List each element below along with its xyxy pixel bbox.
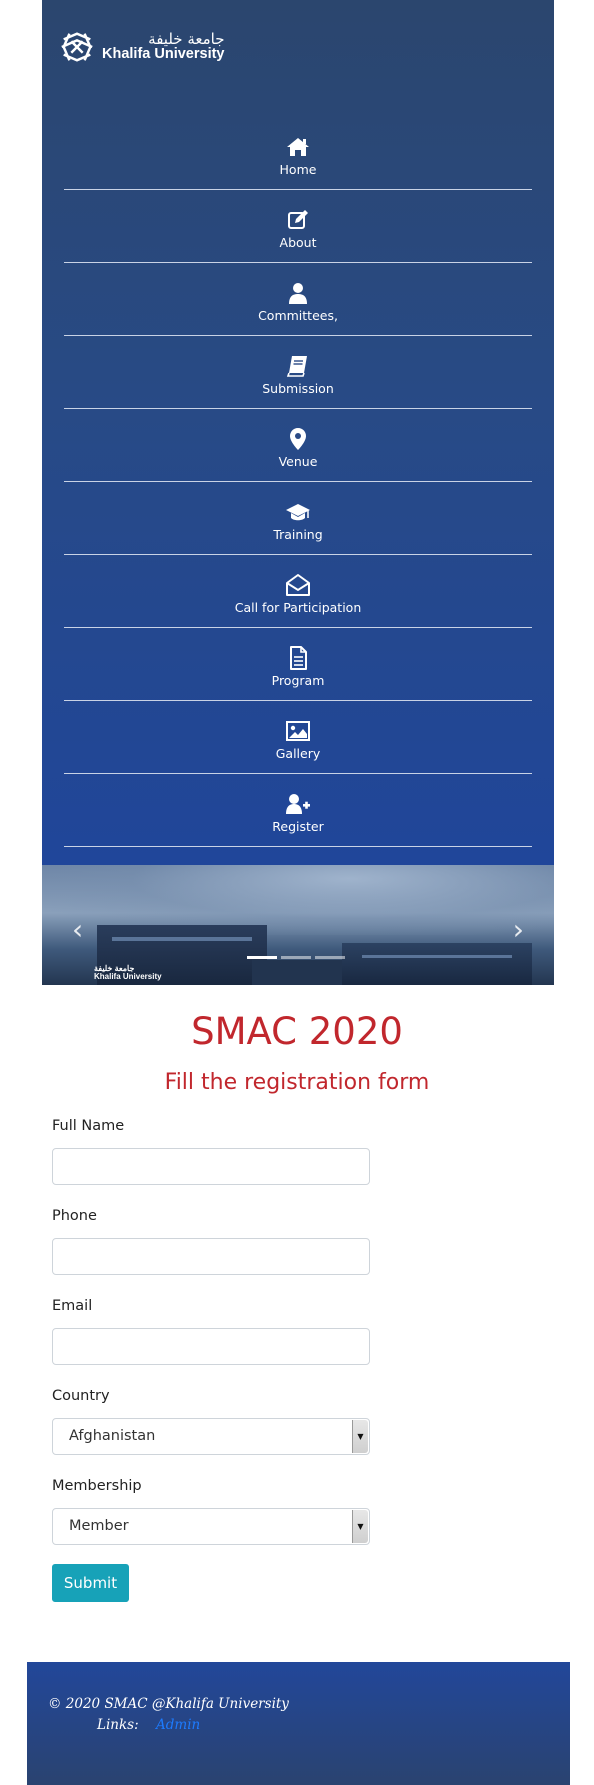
nav-item-program[interactable]: Program [64, 628, 532, 701]
main-nav: Home About Committees, Submission Venue … [64, 118, 532, 847]
nav-item-submission[interactable]: Submission [64, 336, 532, 409]
carousel-next-icon[interactable]: › [513, 913, 524, 946]
nav-item-gallery[interactable]: Gallery [64, 701, 532, 774]
full-name-label: Full Name [52, 1118, 125, 1134]
nav-label-register: Register [272, 819, 324, 834]
nav-item-call-for-participation[interactable]: Call for Participation [64, 555, 532, 628]
email-input[interactable] [52, 1328, 370, 1365]
country-select[interactable]: Afghanistan ▼ [52, 1418, 370, 1455]
nav-label-gallery: Gallery [275, 746, 321, 761]
nav-label-training: Training [273, 527, 323, 542]
document-icon [290, 646, 307, 670]
edit-icon [288, 210, 308, 229]
nav-label-venue: Venue [278, 454, 318, 469]
page-subtitle: Fill the registration form [164, 1070, 430, 1095]
email-label: Email [52, 1298, 93, 1314]
hero-carousel: جامعة خليفة Khalifa University ‹ › [42, 865, 554, 985]
carousel-indicators [247, 956, 345, 959]
country-label: Country [52, 1388, 110, 1404]
nav-item-about[interactable]: About [64, 190, 532, 263]
nav-item-venue[interactable]: Venue [64, 409, 532, 482]
nav-item-committees[interactable]: Committees, [64, 263, 532, 336]
membership-select[interactable]: Member ▼ [52, 1508, 370, 1545]
user-plus-icon [286, 794, 310, 814]
carousel-indicator[interactable] [315, 956, 345, 959]
image-icon [286, 721, 310, 741]
site-header: جامعة خليفة Khalifa University Home Abou… [42, 0, 554, 865]
membership-selected-value: Member [69, 1518, 129, 1534]
envelope-open-icon [286, 574, 310, 596]
carousel-indicator[interactable] [247, 956, 277, 959]
graduation-cap-icon [286, 504, 310, 521]
footer-admin-link[interactable]: Admin [156, 1717, 200, 1733]
country-selected-value: Afghanistan [69, 1428, 156, 1444]
nav-item-home[interactable]: Home [64, 118, 532, 190]
khalifa-logo-mark-icon [61, 32, 93, 62]
membership-label: Membership [52, 1478, 142, 1494]
brand-name-english: Khalifa University [102, 46, 225, 63]
home-icon [287, 138, 309, 156]
khalifa-university-logo[interactable]: جامعة خليفة Khalifa University [58, 28, 225, 66]
submit-button[interactable]: Submit [52, 1564, 129, 1602]
page-title: SMAC 2020 [191, 1010, 403, 1053]
book-icon [286, 356, 307, 377]
footer-links-label: Links: [97, 1717, 139, 1733]
chevron-down-icon[interactable]: ▼ [352, 1510, 368, 1543]
carousel-building-logo: جامعة خليفة Khalifa University [94, 964, 162, 981]
site-footer: © 2020 SMAC @Khalifa University Links: A… [27, 1662, 570, 1785]
footer-copyright: © 2020 SMAC @Khalifa University [48, 1696, 289, 1712]
phone-input[interactable] [52, 1238, 370, 1275]
map-marker-icon [290, 428, 306, 450]
nav-item-training[interactable]: Training [64, 482, 532, 555]
nav-label-committees: Committees, [258, 308, 338, 323]
nav-label-about: About [279, 235, 317, 250]
carousel-indicator[interactable] [281, 956, 311, 959]
user-icon [289, 283, 307, 304]
chevron-down-icon[interactable]: ▼ [352, 1420, 368, 1453]
carousel-prev-icon[interactable]: ‹ [72, 913, 83, 946]
nav-label-home: Home [279, 162, 317, 177]
phone-label: Phone [52, 1208, 97, 1224]
nav-label-submission: Submission [262, 381, 334, 396]
full-name-input[interactable] [52, 1148, 370, 1185]
nav-label-program: Program [271, 673, 325, 688]
nav-item-register[interactable]: Register [64, 774, 532, 847]
nav-label-call-for-participation: Call for Participation [234, 600, 362, 615]
brand-name-arabic: جامعة خليفة [148, 29, 225, 48]
